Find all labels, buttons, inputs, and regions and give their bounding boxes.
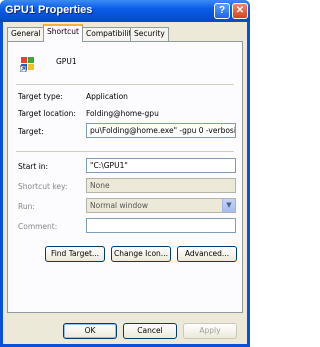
target-type-label: Target type:: [18, 92, 63, 101]
application-icon: [20, 57, 34, 72]
tab-general[interactable]: General: [7, 27, 45, 41]
find-target-button[interactable]: Find Target...: [45, 246, 105, 262]
target-location-value: Folding@home-gpu: [86, 109, 159, 118]
close-button[interactable]: ✕: [232, 3, 248, 19]
ok-button[interactable]: OK: [63, 323, 117, 339]
shortcut-key-field[interactable]: None: [86, 178, 236, 193]
comment-label: Comment:: [18, 222, 58, 231]
shortcut-panel: GPU1 Target type: Application Target loc…: [7, 41, 243, 313]
apply-button[interactable]: Apply: [183, 323, 237, 339]
title-bar[interactable]: GPU1 Properties ? ✕: [0, 0, 250, 22]
divider: [16, 84, 234, 85]
run-select-value: Normal window: [90, 201, 148, 210]
target-type-value: Application: [86, 92, 128, 101]
start-in-field[interactable]: "C:\GPU1": [86, 158, 236, 173]
comment-field[interactable]: [86, 218, 236, 233]
run-label: Run:: [18, 202, 35, 211]
target-location-label: Target location:: [18, 109, 76, 118]
shortcut-key-label: Shortcut key:: [18, 182, 68, 191]
chevron-down-icon[interactable]: ▼: [222, 199, 235, 212]
change-icon-button[interactable]: Change Icon...: [111, 246, 171, 262]
target-field[interactable]: pu\Folding@home.exe" -gpu 0 -verbosity 9…: [86, 123, 236, 138]
shortcut-name: GPU1: [56, 57, 77, 66]
window-title: GPU1 Properties: [5, 4, 93, 16]
tab-shortcut[interactable]: Shortcut: [43, 24, 83, 42]
properties-window: GPU1 Properties ? ✕ General Shortcut Com…: [0, 0, 250, 347]
target-label: Target:: [18, 127, 44, 136]
dialog-client: General Shortcut Compatibility Security …: [3, 22, 247, 344]
cancel-button[interactable]: Cancel: [123, 323, 177, 339]
divider: [16, 151, 234, 152]
advanced-button[interactable]: Advanced...: [177, 246, 237, 262]
tab-security[interactable]: Security: [130, 27, 169, 41]
help-button[interactable]: ?: [214, 3, 230, 19]
run-select[interactable]: Normal window ▼: [86, 198, 236, 213]
start-in-label: Start in:: [18, 162, 49, 171]
